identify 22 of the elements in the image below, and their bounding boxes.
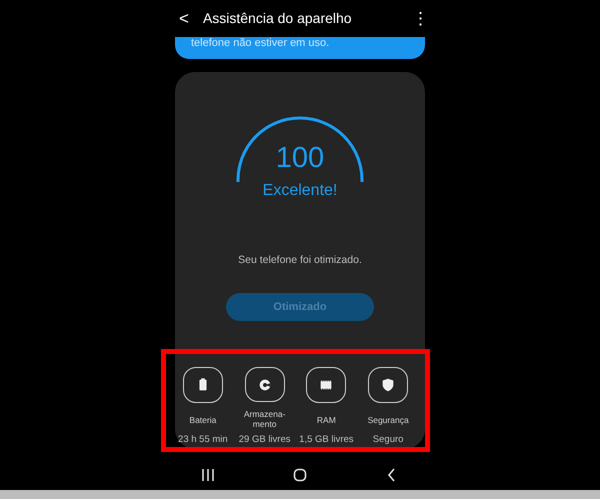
more-options-button[interactable]: ⋮ (412, 10, 429, 28)
score-value: 100 (276, 144, 324, 174)
screen-title: Assistência do aparelho (202, 9, 353, 28)
memory-button[interactable] (306, 367, 346, 404)
home-button[interactable] (291, 466, 309, 484)
stat-label: Armazena- mento (244, 410, 286, 430)
stat-value: 23 h 55 min (178, 432, 228, 447)
stat-label: RAM (316, 414, 336, 427)
back-button[interactable]: < (179, 10, 189, 28)
stat-value: Seguro (372, 432, 404, 447)
status-message: Seu telefone foi otimizado. (238, 253, 362, 268)
info-banner: telefone não estiver em uso. (175, 37, 425, 60)
stat-value: 29 GB livres (238, 432, 290, 447)
security-button[interactable] (368, 367, 408, 404)
battery-button[interactable] (182, 367, 223, 404)
stat-value: 1,5 GB livres (299, 432, 354, 447)
stat-label: Bateria (189, 414, 216, 427)
stat-label: Segurança (368, 414, 409, 427)
pie-chart-icon (256, 376, 273, 393)
shield-icon (380, 377, 396, 394)
storage-button[interactable] (244, 367, 285, 402)
score-rating: Excelente! (262, 181, 338, 202)
